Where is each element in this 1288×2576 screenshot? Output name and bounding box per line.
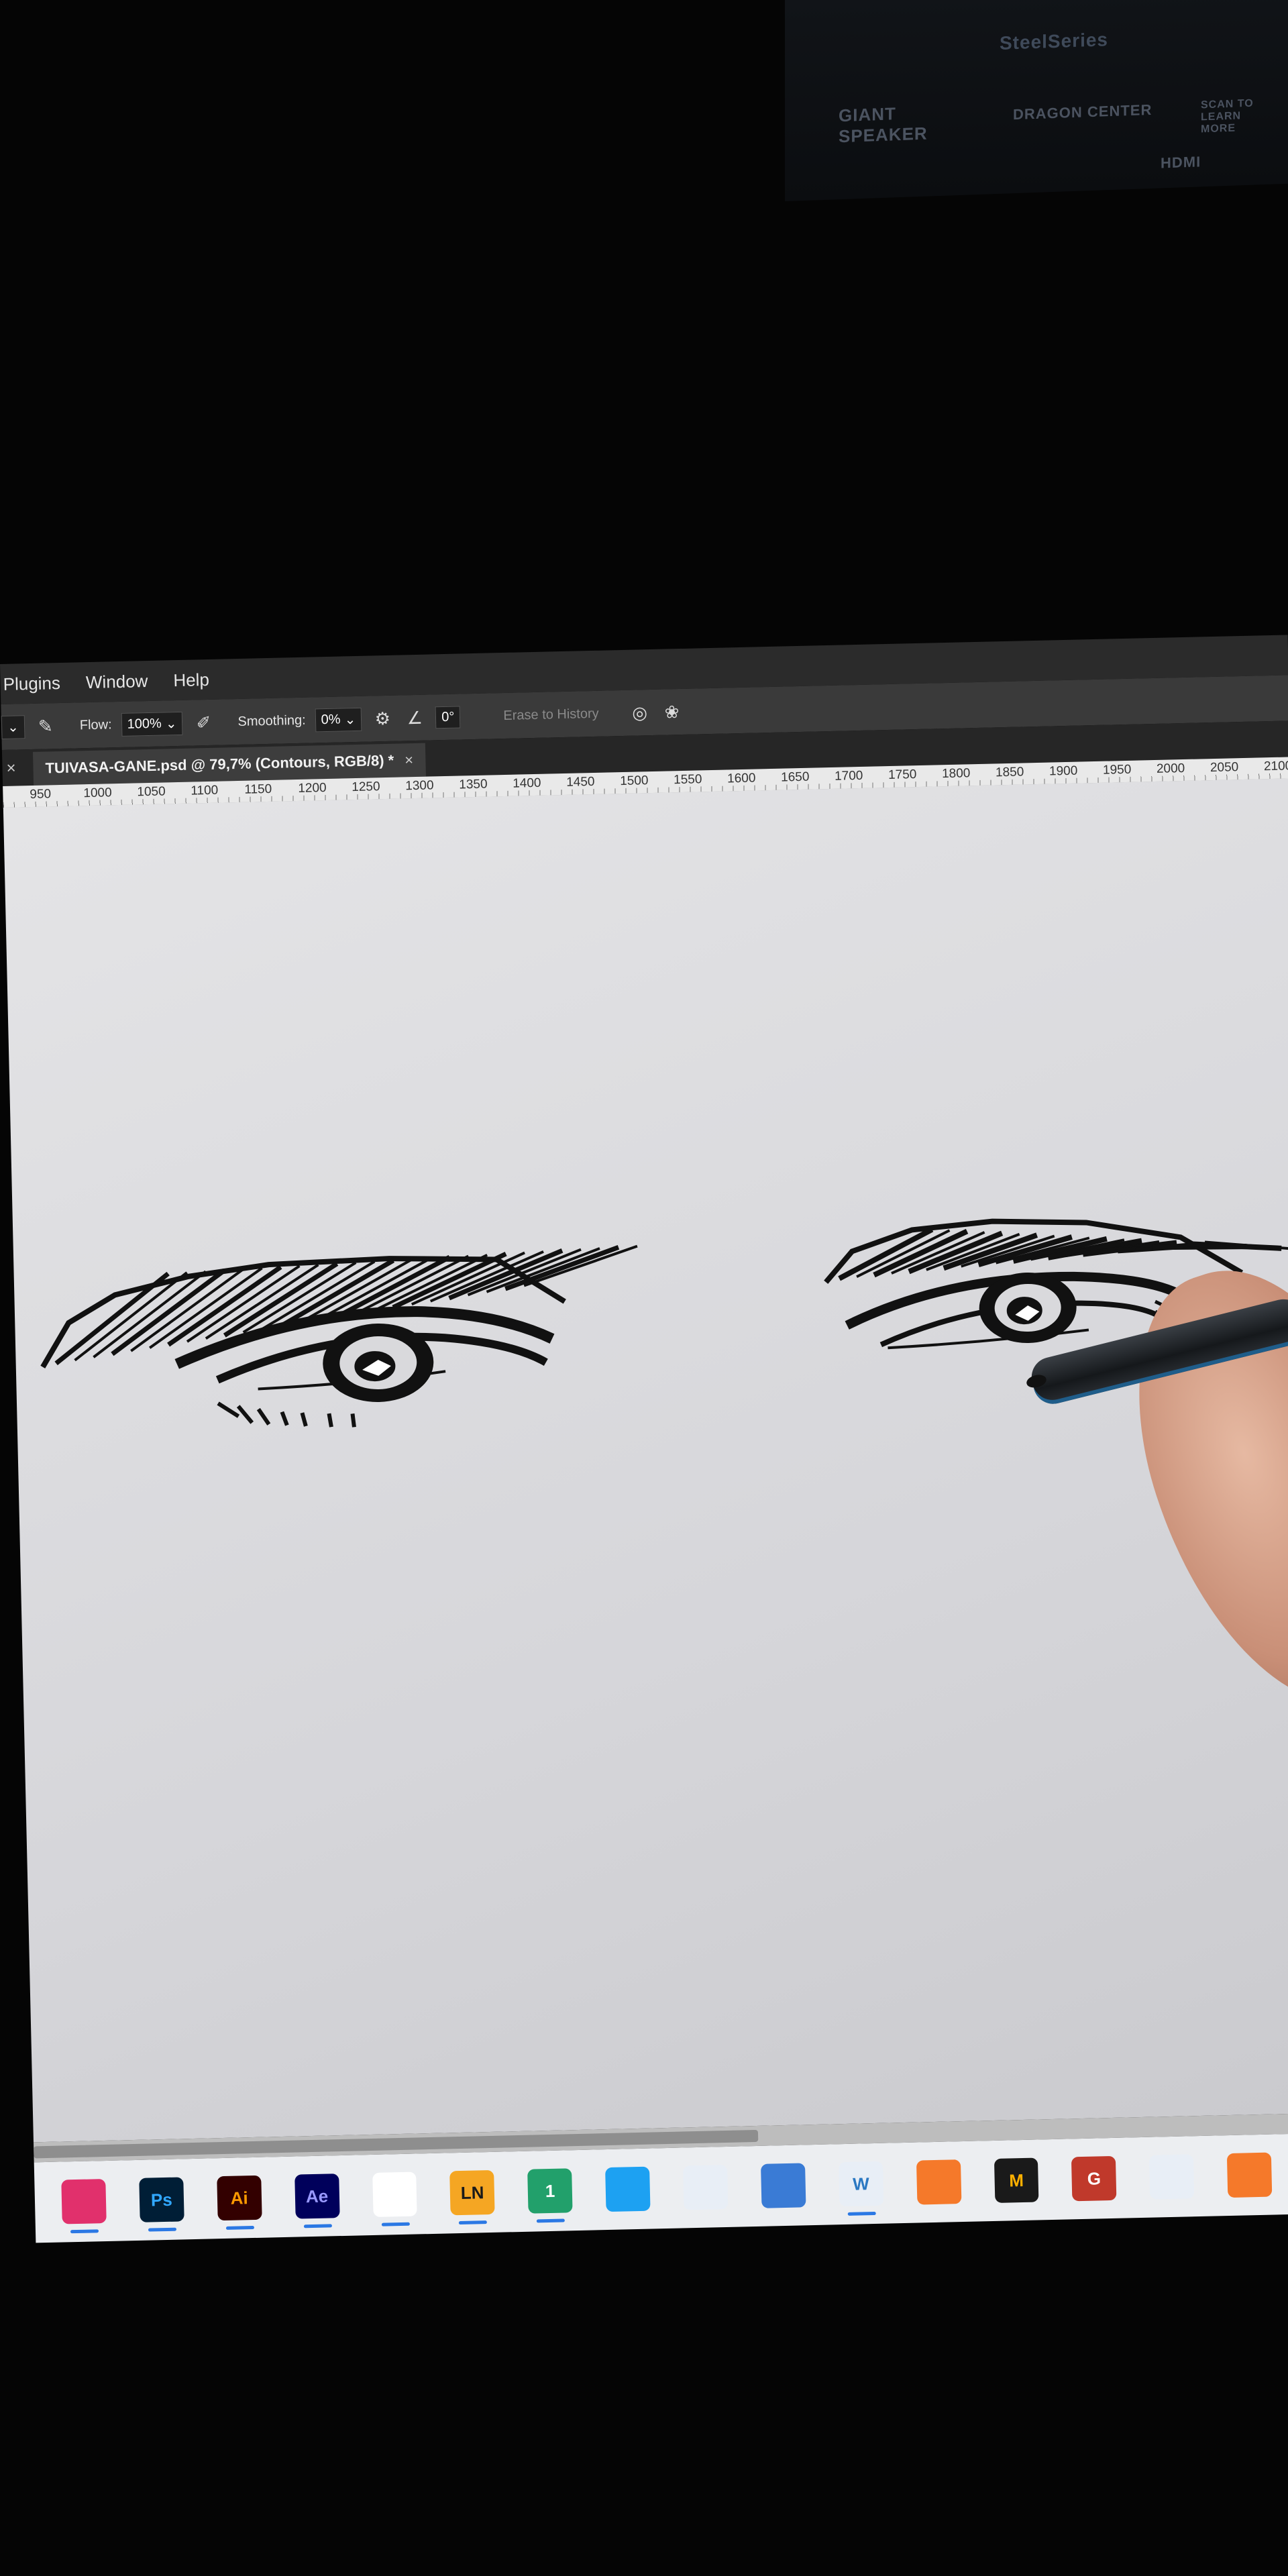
background-box: SteelSeries GIANT SPEAKER DRAGON CENTER …: [785, 0, 1288, 202]
left-eye: [174, 1306, 555, 1428]
ruler-tick-label: 1850: [995, 765, 1024, 780]
smoothing-value: 0%: [321, 712, 341, 727]
ruler-tick-label: 1100: [191, 783, 219, 798]
taskbar-app-blender[interactable]: [916, 2159, 961, 2205]
taskbar-app-label: M: [1008, 2169, 1024, 2190]
flow-value: 100%: [127, 716, 162, 732]
taskbar-app-browser[interactable]: [605, 2166, 651, 2212]
taskbar-app-label: G: [1087, 2167, 1102, 2189]
ruler-tick-label: 1200: [298, 781, 327, 796]
taskbar-app-label: LN: [460, 2182, 484, 2203]
taskbar-app-label: W: [852, 2173, 870, 2194]
chevron-down-icon: ⌄: [344, 712, 356, 727]
close-tab-icon[interactable]: ×: [405, 751, 413, 769]
box-text-dragon: DRAGON CENTER: [1013, 101, 1152, 123]
ruler-tick-label: 2100: [1263, 759, 1288, 774]
smoothing-label: Smoothing:: [237, 712, 306, 729]
taskbar-app-messenger[interactable]: 1: [527, 2168, 573, 2214]
angle-field[interactable]: 0°: [435, 705, 461, 729]
ruler-tick-label: 1800: [941, 766, 971, 782]
canvas[interactable]: [3, 778, 1288, 2143]
ruler-tick-label: 1600: [727, 771, 756, 786]
flow-label: Flow:: [79, 716, 112, 733]
ruler-tick-label: 950: [30, 787, 52, 802]
taskbar-app-label: Ae: [305, 2185, 329, 2206]
taskbar-app-label: Ai: [230, 2187, 248, 2208]
chevron-down-icon: ⌄: [165, 716, 177, 731]
taskbar-app-ln[interactable]: LN: [449, 2169, 495, 2216]
taskbar-app-instagram[interactable]: [61, 2179, 107, 2224]
angle-icon: ∠: [407, 707, 423, 728]
taskbar-app-photoshop[interactable]: Ps: [139, 2177, 184, 2222]
ruler-tick-label: 1950: [1102, 762, 1132, 777]
taskbar-app-m[interactable]: M: [994, 2157, 1039, 2203]
ruler-tick-label: 1150: [244, 782, 272, 797]
taskbar-app-cloud[interactable]: [683, 2164, 729, 2210]
ruler-tick-label: 1250: [352, 780, 380, 795]
brush-settings-icon[interactable]: ✎: [34, 714, 57, 738]
airbrush-icon[interactable]: ✐: [192, 711, 215, 735]
taskbar-app-g[interactable]: G: [1071, 2155, 1117, 2202]
erase-to-history-checkbox[interactable]: Erase to History: [503, 706, 599, 723]
ruler-tick-label: 2000: [1156, 761, 1185, 776]
ruler-tick-label: 2050: [1210, 760, 1239, 775]
ruler-tick-label: 1300: [405, 778, 434, 794]
taskbar-app-tools[interactable]: [1149, 2154, 1195, 2200]
symmetry-icon[interactable]: ❀: [660, 700, 684, 724]
ruler-tick-label: 1750: [888, 767, 917, 782]
taskbar-app-label: Ps: [150, 2189, 173, 2210]
taskbar-app-label: 1: [545, 2180, 555, 2201]
gear-icon[interactable]: ⚙: [371, 707, 394, 731]
box-text-brand: SteelSeries: [1000, 29, 1108, 54]
taskbar-app-after-effects[interactable]: Ae: [294, 2174, 340, 2219]
ruler-tick-label: 1500: [619, 773, 649, 789]
taskbar-app-wacom[interactable]: W: [838, 2161, 884, 2207]
angle-value: 0°: [441, 709, 455, 724]
ruler-tick-label: 1400: [513, 775, 541, 791]
taskbar-app-blender-2[interactable]: [1226, 2152, 1273, 2198]
flow-field[interactable]: 100% ⌄: [121, 711, 183, 737]
ruler-tick-label: 1450: [566, 774, 595, 790]
eye-drawing: [40, 1218, 1288, 1428]
ruler-tick-label: 1900: [1049, 763, 1078, 779]
box-text-speaker: GIANT SPEAKER: [839, 103, 928, 147]
taskbar-app-chrome[interactable]: [372, 2171, 418, 2217]
menu-window[interactable]: Window: [83, 670, 151, 692]
smoothing-field[interactable]: 0% ⌄: [315, 707, 362, 732]
taskbar-app-calculator[interactable]: [760, 2163, 806, 2208]
pressure-icon[interactable]: ◎: [628, 701, 651, 724]
ruler-tick-label: 1350: [459, 777, 488, 792]
monitor-screen: Plugins Window Help ⌄ ✎ Flow: 100% ⌄ ✐ S…: [0, 635, 1288, 2300]
menu-plugins[interactable]: Plugins: [0, 672, 63, 694]
close-icon[interactable]: ×: [2, 759, 20, 786]
ruler-tick-label: 1050: [137, 784, 166, 800]
taskbar-app-illustrator[interactable]: Ai: [216, 2175, 262, 2221]
ruler-tick-label: 1650: [780, 769, 810, 785]
menu-help[interactable]: Help: [170, 669, 212, 690]
document-title: TUIVASA-GANE.psd @ 79,7% (Contours, RGB/…: [45, 751, 394, 777]
chevron-down-icon: ⌄: [7, 719, 19, 735]
ruler-tick-label: 1700: [834, 768, 863, 784]
box-text-hdmi: HDMI: [1161, 153, 1201, 172]
ruler-tick-label: 1000: [83, 786, 112, 801]
brush-preset-dropdown[interactable]: ⌄: [1, 714, 25, 739]
ruler-tick-label: 1550: [673, 772, 702, 788]
box-text-scan: SCAN TO LEARN MORE: [1201, 97, 1254, 136]
